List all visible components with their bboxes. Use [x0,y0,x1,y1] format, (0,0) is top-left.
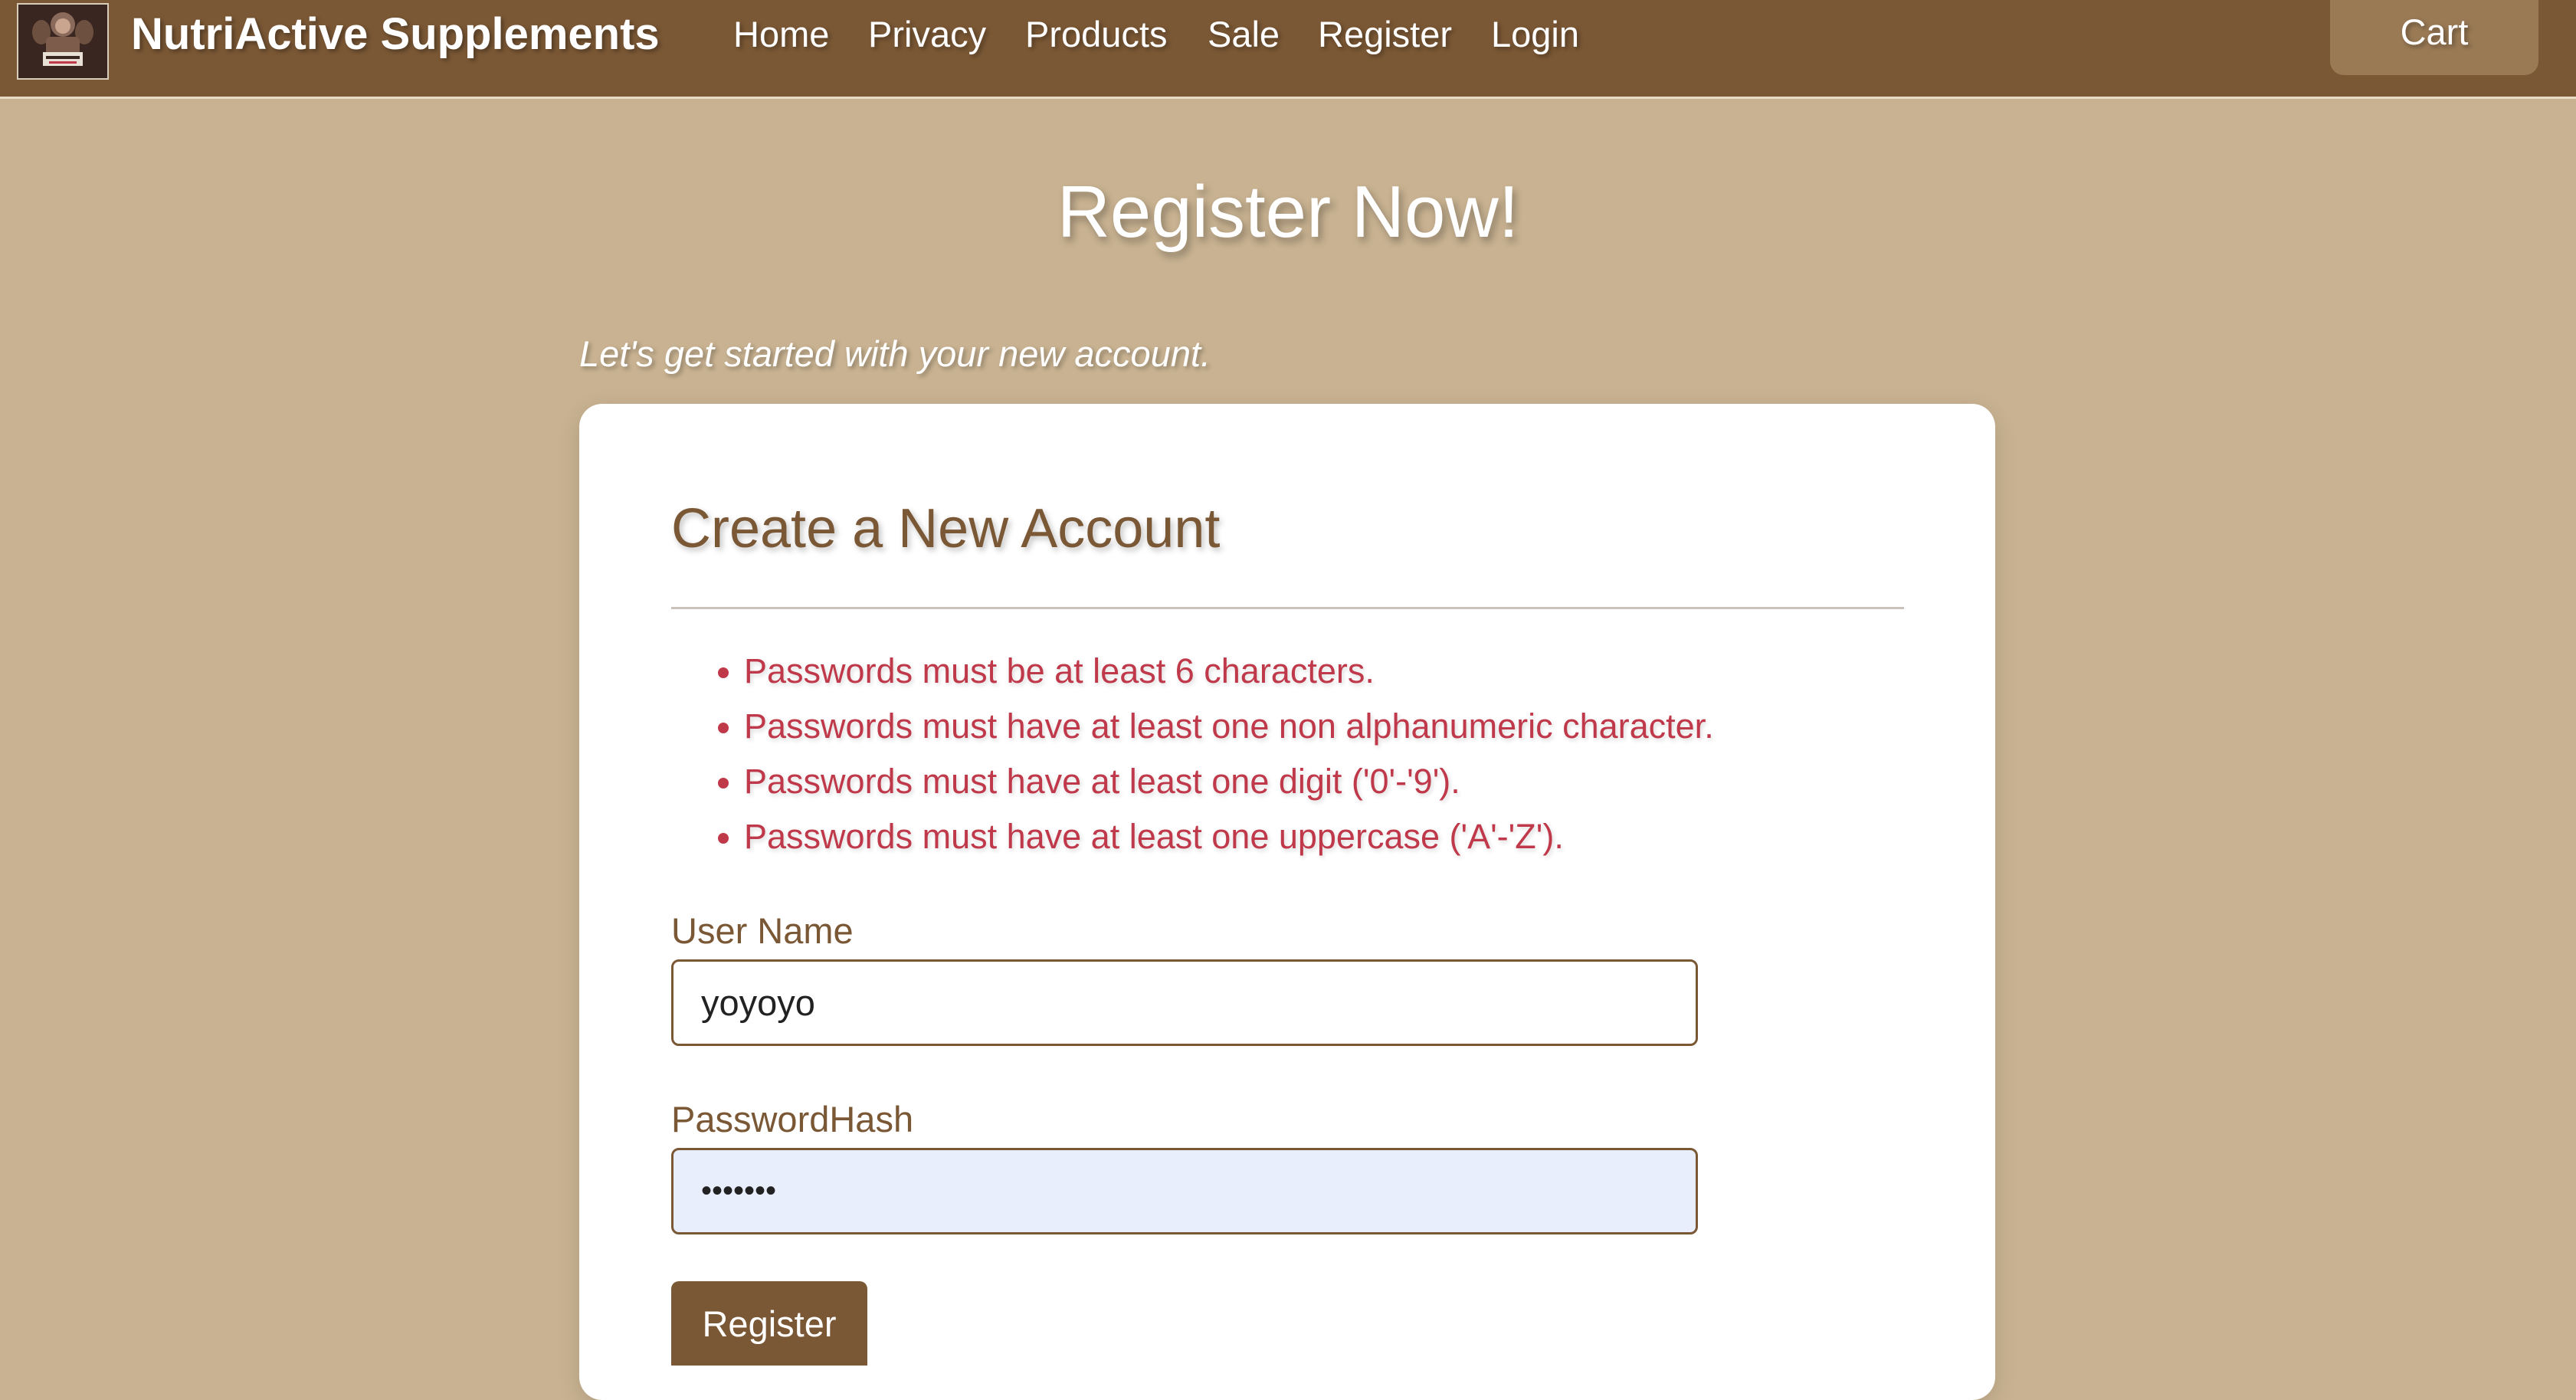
validation-error: Passwords must have at least one digit (… [744,754,1897,809]
nav-link-privacy[interactable]: Privacy [868,8,986,61]
page-tagline: Let's get started with your new account. [579,333,1211,374]
nav-link-products[interactable]: Products [1025,8,1167,61]
validation-error: Passwords must be at least 6 characters. [744,644,1897,699]
username-input[interactable] [671,959,1698,1046]
password-input[interactable] [671,1148,1698,1234]
password-label: PasswordHash [671,1099,914,1139]
register-submit-button[interactable]: Register [671,1281,867,1366]
gorilla-mascot-logo-icon[interactable] [17,3,109,80]
page-title: Register Now! [1057,171,1519,253]
cart-button[interactable]: Cart [2330,0,2538,75]
validation-summary: Passwords must be at least 6 characters.… [671,644,1897,864]
validation-error: Passwords must have at least one upperca… [744,809,1897,864]
brand-name[interactable]: NutriActive Supplements [131,8,660,61]
username-label: User Name [671,910,854,951]
nav-link-register[interactable]: Register [1318,8,1452,61]
form-divider [671,607,1904,609]
validation-error: Passwords must have at least one non alp… [744,699,1897,754]
top-navbar: NutriActive Supplements Home Privacy Pro… [0,0,2576,99]
nav-link-login[interactable]: Login [1491,8,1579,61]
nav-link-home[interactable]: Home [733,8,829,61]
nav-link-sale[interactable]: Sale [1208,8,1280,61]
form-title: Create a New Account [671,498,1221,559]
